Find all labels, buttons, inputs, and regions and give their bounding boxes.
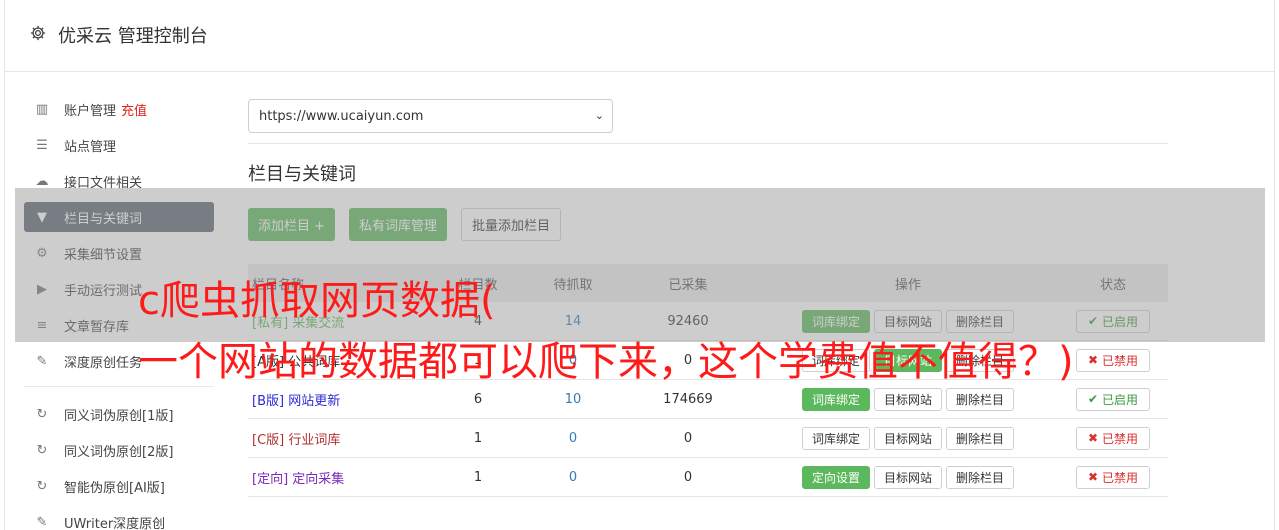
x-icon: ✖ xyxy=(1088,470,1099,484)
overlay-headline-line2: 一个网站的数据都可以爬下来，这个学费值不值得？) xyxy=(138,339,1074,385)
column-name[interactable]: [C版] 行业词库 xyxy=(248,429,428,448)
table-row: [C版] 行业词库 1 0 0 词库绑定 目标网站 删除栏目 ✖ 已禁用 xyxy=(248,419,1168,458)
refresh-icon: ↻ xyxy=(36,478,48,494)
sidebar-item-uwriter[interactable]: ✎ UWriter深度原创 xyxy=(24,507,214,530)
row-status: ✔ 已启用 xyxy=(1058,387,1168,411)
check-icon: ✔ xyxy=(1088,392,1099,406)
overlay-headline-line1: c爬虫抓取网页数据( xyxy=(138,278,496,324)
status-toggle[interactable]: ✔ 已启用 xyxy=(1076,387,1150,411)
sidebar-item-account[interactable]: ▥ 账户管理 充值 xyxy=(24,94,214,124)
column-title: 网站更新 xyxy=(288,393,341,409)
pending-count[interactable]: 0 xyxy=(528,470,618,485)
delete-column-button[interactable]: 删除栏目 xyxy=(946,387,1015,411)
sidebar-item-label: 深度原创任务 xyxy=(64,355,143,371)
column-tag: [C版] xyxy=(252,432,285,448)
column-count: 1 xyxy=(473,430,483,446)
row-status: ✖ 已禁用 xyxy=(1058,426,1168,450)
lexicon-bind-button[interactable]: 定向设置 xyxy=(801,465,870,489)
target-site-button[interactable]: 目标网站 xyxy=(873,426,942,450)
bar-chart-icon: ▥ xyxy=(35,101,49,117)
lexicon-bind-button[interactable]: 词库绑定 xyxy=(801,426,870,450)
row-status: ✖ 已禁用 xyxy=(1058,348,1168,372)
status-label: 已禁用 xyxy=(1101,431,1138,446)
refresh-icon: ↻ xyxy=(36,406,48,422)
row-status: ✖ 已禁用 xyxy=(1058,465,1168,489)
sidebar-item-label: 账户管理 xyxy=(64,103,117,119)
collected-count: 0 xyxy=(683,469,693,485)
collected-count: 174669 xyxy=(663,391,713,407)
gear-icon xyxy=(30,25,46,41)
status-toggle[interactable]: ✖ 已禁用 xyxy=(1076,426,1150,450)
chevron-down-icon: ⌄ xyxy=(594,109,604,122)
sidebar-item-sites[interactable]: ☰ 站点管理 xyxy=(24,130,214,160)
sidebar-item-label: 智能伪原创[AI版] xyxy=(64,480,165,496)
delete-column-button[interactable]: 删除栏目 xyxy=(946,426,1015,450)
lexicon-bind-button[interactable]: 词库绑定 xyxy=(801,387,870,411)
column-count: 6 xyxy=(473,391,483,407)
status-label: 已禁用 xyxy=(1101,353,1138,368)
row-operations: 词库绑定 目标网站 删除栏目 xyxy=(758,426,1058,450)
status-label: 已启用 xyxy=(1101,392,1138,407)
x-icon: ✖ xyxy=(1088,431,1099,445)
sidebar-item-label: 同义词伪原创[1版] xyxy=(64,408,174,424)
column-count: 1 xyxy=(473,469,483,485)
sidebar-item-ai-rewrite[interactable]: ↻ 智能伪原创[AI版] xyxy=(24,471,214,501)
delete-column-button[interactable]: 删除栏目 xyxy=(946,465,1015,489)
target-site-button[interactable]: 目标网站 xyxy=(873,387,942,411)
table-row: [定向] 定向采集 1 0 0 定向设置 目标网站 删除栏目 ✖ 已禁用 xyxy=(248,458,1168,497)
pending-count[interactable]: 0 xyxy=(528,431,618,446)
pending-count[interactable]: 10 xyxy=(528,392,618,407)
x-icon: ✖ xyxy=(1088,353,1099,367)
row-operations: 定向设置 目标网站 删除栏目 xyxy=(758,465,1058,489)
collected-count: 0 xyxy=(683,430,693,446)
site-select[interactable]: https://www.ucaiyun.com ⌄ xyxy=(248,99,613,133)
status-toggle[interactable]: ✖ 已禁用 xyxy=(1076,348,1150,372)
column-title: 行业词库 xyxy=(288,432,341,448)
sidebar-item-synonym-v1[interactable]: ↻ 同义词伪原创[1版] xyxy=(24,399,214,429)
column-tag: [定向] xyxy=(252,471,289,487)
recharge-link[interactable]: 充值 xyxy=(121,100,147,119)
main-content: https://www.ucaiyun.com ⌄ 栏目与关键词 添加栏目 + … xyxy=(248,99,1168,497)
target-site-button[interactable]: 目标网站 xyxy=(873,465,942,489)
top-bar: 优采云 管理控制台 xyxy=(4,0,1275,72)
edit-icon: ✎ xyxy=(36,353,48,369)
server-icon: ☰ xyxy=(36,137,48,153)
sidebar-item-label: UWriter深度原创 xyxy=(64,516,166,530)
column-title: 定向采集 xyxy=(292,471,345,487)
sidebar-item-label: 站点管理 xyxy=(64,139,117,155)
column-name[interactable]: [B版] 网站更新 xyxy=(248,390,428,409)
edit-icon: ✎ xyxy=(36,514,48,530)
sidebar-item-label: 同义词伪原创[2版] xyxy=(64,444,174,460)
sidebar-item-synonym-v2[interactable]: ↻ 同义词伪原创[2版] xyxy=(24,435,214,465)
row-operations: 词库绑定 目标网站 删除栏目 xyxy=(758,387,1058,411)
page-title: 栏目与关键词 xyxy=(248,164,356,185)
status-toggle[interactable]: ✖ 已禁用 xyxy=(1076,465,1150,489)
site-select-value: https://www.ucaiyun.com xyxy=(259,108,424,124)
app-title: 优采云 管理控制台 xyxy=(58,26,208,47)
refresh-icon: ↻ xyxy=(36,442,48,458)
column-name[interactable]: [定向] 定向采集 xyxy=(248,468,428,487)
cloud-upload-icon: ☁ xyxy=(35,173,49,189)
column-tag: [B版] xyxy=(252,393,285,409)
divider xyxy=(248,143,1168,144)
status-label: 已禁用 xyxy=(1101,470,1138,485)
